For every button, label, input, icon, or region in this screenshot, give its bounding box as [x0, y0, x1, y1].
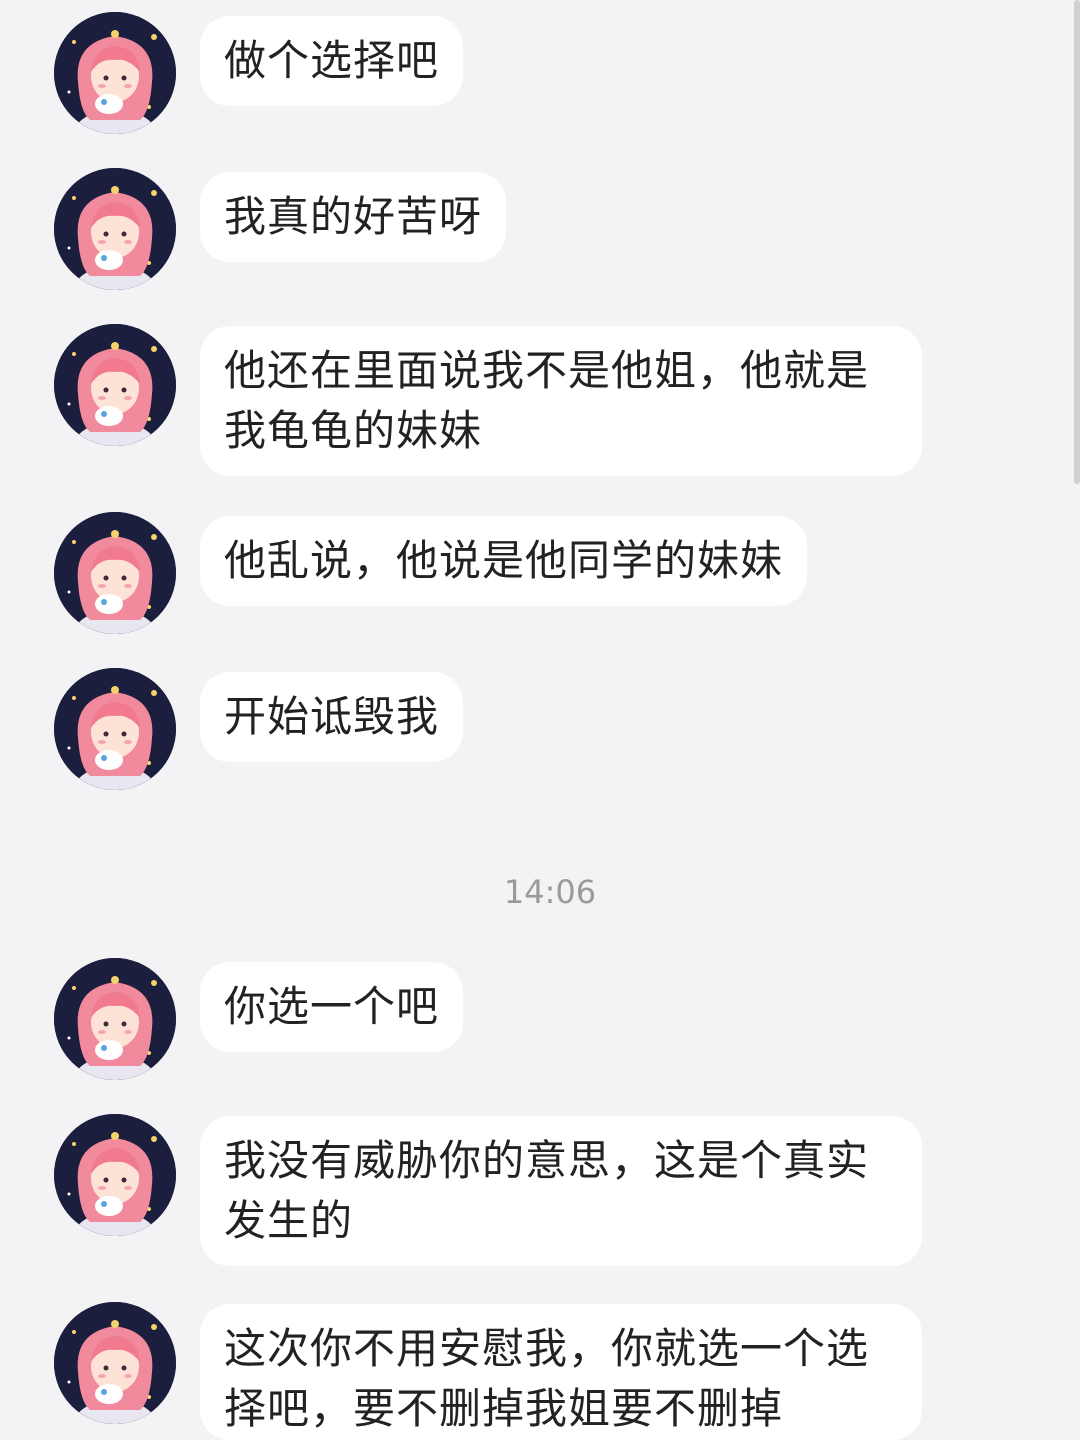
scrollbar[interactable] [1074, 0, 1080, 484]
girl-avatar-icon[interactable] [54, 668, 176, 790]
message-bubble[interactable]: 他还在里面说我不是他姐，他就是我龟龟的妹妹 [200, 326, 922, 476]
message-bubble[interactable]: 做个选择吧 [200, 16, 464, 106]
girl-avatar-icon[interactable] [54, 512, 176, 634]
chat-thread: 做个选择吧 我真的好苦呀 他还在里面说我不是他姐，他就是我龟龟的妹妹 他乱说，他… [0, 0, 1080, 1440]
girl-avatar-icon[interactable] [54, 324, 176, 446]
message-bubble[interactable]: 他乱说，他说是他同学的妹妹 [200, 516, 808, 606]
message-timestamp: 14:06 [503, 873, 597, 911]
message-bubble[interactable]: 这次你不用安慰我，你就选一个选择吧，要不删掉我姐要不删掉 [200, 1304, 922, 1440]
girl-avatar-icon[interactable] [54, 12, 176, 134]
girl-avatar-icon[interactable] [54, 168, 176, 290]
girl-avatar-icon[interactable] [54, 1302, 176, 1424]
message-bubble[interactable]: 我没有威胁你的意思，这是个真实发生的 [200, 1116, 922, 1266]
message-bubble[interactable]: 你选一个吧 [200, 962, 464, 1052]
girl-avatar-icon[interactable] [54, 958, 176, 1080]
message-bubble[interactable]: 我真的好苦呀 [200, 172, 507, 262]
message-bubble[interactable]: 开始诋毁我 [200, 672, 464, 762]
girl-avatar-icon[interactable] [54, 1114, 176, 1236]
